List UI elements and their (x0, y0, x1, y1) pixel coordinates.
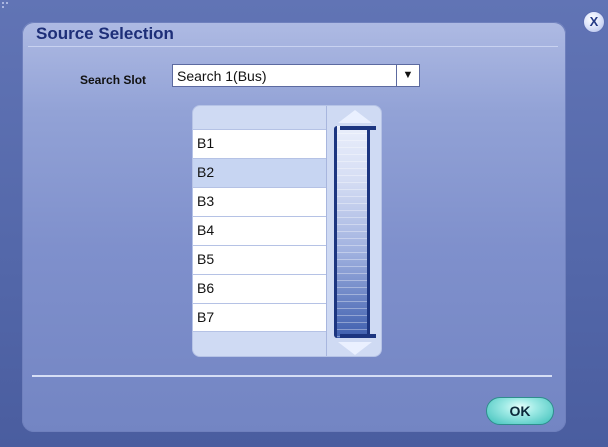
search-slot-label: Search Slot (80, 73, 147, 87)
list-item-b7[interactable]: B7 (193, 303, 326, 332)
title-divider (28, 46, 558, 47)
ok-button[interactable]: OK (486, 397, 554, 425)
search-slot-dropdown[interactable]: Search 1(Bus) ▼ (172, 64, 420, 87)
thumb-bottom-cap (340, 334, 376, 338)
scroll-down-arrow-icon[interactable] (338, 342, 372, 355)
list-item-b2[interactable]: B2 (193, 158, 326, 187)
list-item-b4[interactable]: B4 (193, 216, 326, 245)
scroll-up-arrow-icon[interactable] (338, 110, 372, 123)
list-item-b1[interactable]: B1 (193, 129, 326, 158)
dialog-title: Source Selection (36, 24, 174, 43)
resize-grip-icon[interactable] (2, 2, 10, 10)
thumb-top-cap (340, 126, 376, 130)
list-item-b5[interactable]: B5 (193, 245, 326, 274)
source-selection-dialog: Source Selection Search Slot Search 1(Bu… (22, 22, 566, 432)
source-list: B1 B2 B3 B4 B5 B6 B7 (193, 106, 327, 356)
scrollbar-thumb[interactable] (334, 126, 376, 338)
list-scrollbar[interactable] (328, 106, 381, 356)
search-slot-value: Search 1(Bus) (177, 68, 267, 84)
list-item-b6[interactable]: B6 (193, 274, 326, 303)
close-icon[interactable]: X (583, 11, 605, 33)
chevron-down-icon[interactable]: ▼ (396, 65, 419, 86)
footer-divider (32, 375, 552, 377)
list-item-b3[interactable]: B3 (193, 187, 326, 216)
app-window: Source Selection Search Slot Search 1(Bu… (0, 0, 608, 447)
source-listbox: B1 B2 B3 B4 B5 B6 B7 (192, 105, 382, 357)
list-header (193, 106, 326, 129)
